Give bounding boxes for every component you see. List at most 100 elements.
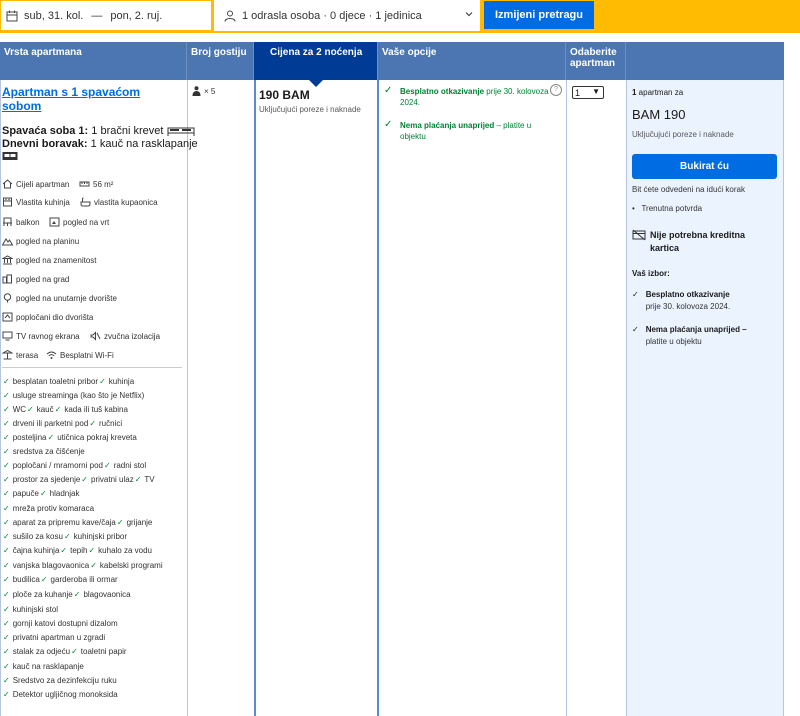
column-divider — [187, 80, 188, 716]
check-icon: ✓ — [3, 405, 10, 414]
facility-garden-view: pogled na vrt — [49, 217, 109, 227]
home-icon — [2, 179, 13, 189]
divider — [2, 367, 182, 368]
soundproof-icon — [90, 331, 101, 341]
amenity-item: papuče — [12, 489, 39, 498]
amenity-item: kauč — [36, 405, 54, 414]
summary-instant-confirmation: • Trenutna potvrda — [632, 204, 703, 213]
check-out-date: pon, 2. ruj. — [110, 9, 163, 22]
patio-icon — [2, 312, 13, 322]
header-price[interactable]: Cijena za 2 noćenja — [254, 42, 378, 87]
amenity-item: usluge streaminga (kao što je Netflix) — [12, 391, 145, 400]
courtyard-icon — [3, 293, 12, 303]
amenity-item: Sredstvo za dezinfekciju ruku — [12, 676, 117, 685]
table-header: Vrsta apartmana Broj gostiju Cijena za 2… — [0, 42, 784, 87]
option-no-prepayment: ✓ Nema plaćanja unaprijed – platite u ob… — [384, 119, 554, 142]
amenity-line: ✓ sredstva za čišćenje — [2, 447, 85, 457]
amenity-item: stalak za odjeću — [12, 647, 71, 656]
check-icon: ✓ — [3, 391, 10, 400]
amenity-line: ✓ WC✓ kauč✓ kada ili tuš kabina — [2, 405, 128, 415]
amenity-item: kuhinjski pribor — [73, 532, 128, 541]
amenity-item: grijanje — [126, 518, 153, 527]
amenity-item: kuhalo za vodu — [98, 546, 152, 555]
facility-label: pogled na znamenitost — [16, 255, 97, 265]
summary-next-step: Bit ćete odvedeni na idući korak — [632, 185, 745, 194]
amenity-line: ✓ Sredstvo za dezinfekciju ruku — [2, 676, 117, 686]
amenity-item: kada ili tuš kabina — [64, 405, 128, 414]
check-icon: ✓ — [3, 419, 10, 428]
amenity-item: Detektor ugljičnog monoksida — [12, 690, 118, 699]
person-icon — [224, 10, 236, 22]
check-icon: ✓ — [3, 475, 10, 484]
date-picker[interactable]: sub, 31. kol. — pon, 2. ruj. — [0, 0, 212, 31]
check-icon: ✓ — [3, 489, 10, 498]
column-divider — [626, 80, 627, 716]
amenity-item: privatni apartman u zgradi — [12, 633, 106, 642]
help-icon[interactable]: ? — [550, 84, 562, 96]
check-icon: ✓ — [81, 475, 88, 484]
facility-entire-apartment: Cijeli apartman — [2, 179, 69, 189]
facility-label: pogled na vrt — [63, 217, 110, 227]
price-cell: 190 BAM Uključujući poreze i naknade — [259, 88, 361, 114]
option-label: Nema plaćanja unaprijed — [400, 121, 495, 130]
column-divider — [0, 80, 1, 716]
check-icon: ✓ — [3, 647, 10, 656]
no-credit-card-icon — [632, 229, 646, 241]
check-icon: ✓ — [40, 575, 48, 584]
check-icon: ✓ — [3, 676, 10, 685]
amenity-line: ✓ popločani / mramorni pod✓ radni stol — [2, 461, 146, 471]
facility-courtyard-view: pogled na unutarnje dvorište — [2, 293, 117, 303]
amenity-item: tepih — [70, 546, 88, 555]
bed-label: Spavaća soba 1: — [2, 125, 89, 137]
check-icon: ✓ — [116, 518, 124, 527]
check-icon: ✓ — [632, 290, 639, 299]
amenity-line: ✓ prostor za sjedenje✓ privatni ulaz✓ TV — [2, 475, 155, 485]
amenity-item: ručnici — [99, 419, 123, 428]
bed-label: Dnevni boravak: — [2, 138, 88, 150]
apartment-quantity-select[interactable]: 1 ▼ — [572, 86, 604, 99]
check-icon: ✓ — [384, 119, 393, 130]
facility-size: 56 m² — [79, 179, 113, 189]
summary-count: 1 apartman za — [632, 88, 683, 97]
change-search-button[interactable]: Izmijeni pretragu — [484, 1, 594, 29]
book-button[interactable]: Bukirat ću — [632, 154, 777, 179]
amenity-item: prostor za sjedenje — [12, 475, 81, 484]
check-icon: ✓ — [54, 405, 62, 414]
amenity-item: kauč na rasklapanje — [12, 662, 84, 671]
facility-label: terasa — [16, 350, 39, 360]
apartment-title-link[interactable]: Apartman s 1 spavaćom sobom — [2, 85, 177, 113]
guests-selector[interactable]: 1 odrasla osoba · 0 djece · 1 jedinica — [214, 0, 480, 31]
amenity-item: hladnjak — [49, 489, 80, 498]
terrace-icon — [2, 350, 13, 360]
facility-label: 56 m² — [93, 179, 114, 189]
summary-choice-prepayment: ✓ Nema plaćanja unaprijed – platite u obj… — [632, 324, 772, 348]
check-icon: ✓ — [60, 546, 68, 555]
amenity-item: WC — [12, 405, 27, 414]
amenity-item: mreža protiv komaraca — [12, 504, 95, 513]
mountain-icon — [2, 238, 13, 246]
check-icon: ✓ — [384, 85, 393, 96]
summary-count-text: apartman za — [636, 88, 684, 97]
amenity-item: kuhinja — [108, 377, 135, 386]
price-tax-note: Uključujući poreze i naknade — [259, 105, 361, 114]
summary-choice-detail: platite u objektu — [645, 337, 702, 346]
amenity-line: ✓ mreža protiv komaraca — [2, 504, 94, 514]
check-icon: ✓ — [39, 489, 47, 498]
facility-label: popločani dio dvorišta — [16, 312, 94, 322]
check-icon: ✓ — [3, 561, 10, 570]
guests-count: × 5 — [204, 86, 216, 96]
header-select: Odaberite apartman — [566, 42, 626, 80]
amenity-line: ✓ kuhinjski stol — [2, 605, 58, 615]
check-icon: ✓ — [3, 690, 10, 699]
option-free-cancellation: ✓ Besplatno otkazivanje prije 30. kolovo… — [384, 85, 554, 108]
check-icon: ✓ — [632, 325, 639, 334]
person-icon — [192, 86, 201, 96]
facility-label: Besplatni Wi-Fi — [60, 350, 114, 360]
amenity-line: ✓ kauč na rasklapanje — [2, 662, 84, 672]
wifi-icon — [46, 351, 57, 359]
amenity-line: ✓ privatni apartman u zgradi — [2, 633, 105, 643]
check-in-date: sub, 31. kol. — [24, 9, 84, 22]
max-guests: × 5 — [192, 86, 215, 96]
summary-no-card-text: Nije potrebna kreditna kartica — [650, 230, 746, 253]
kitchen-icon — [3, 197, 12, 207]
